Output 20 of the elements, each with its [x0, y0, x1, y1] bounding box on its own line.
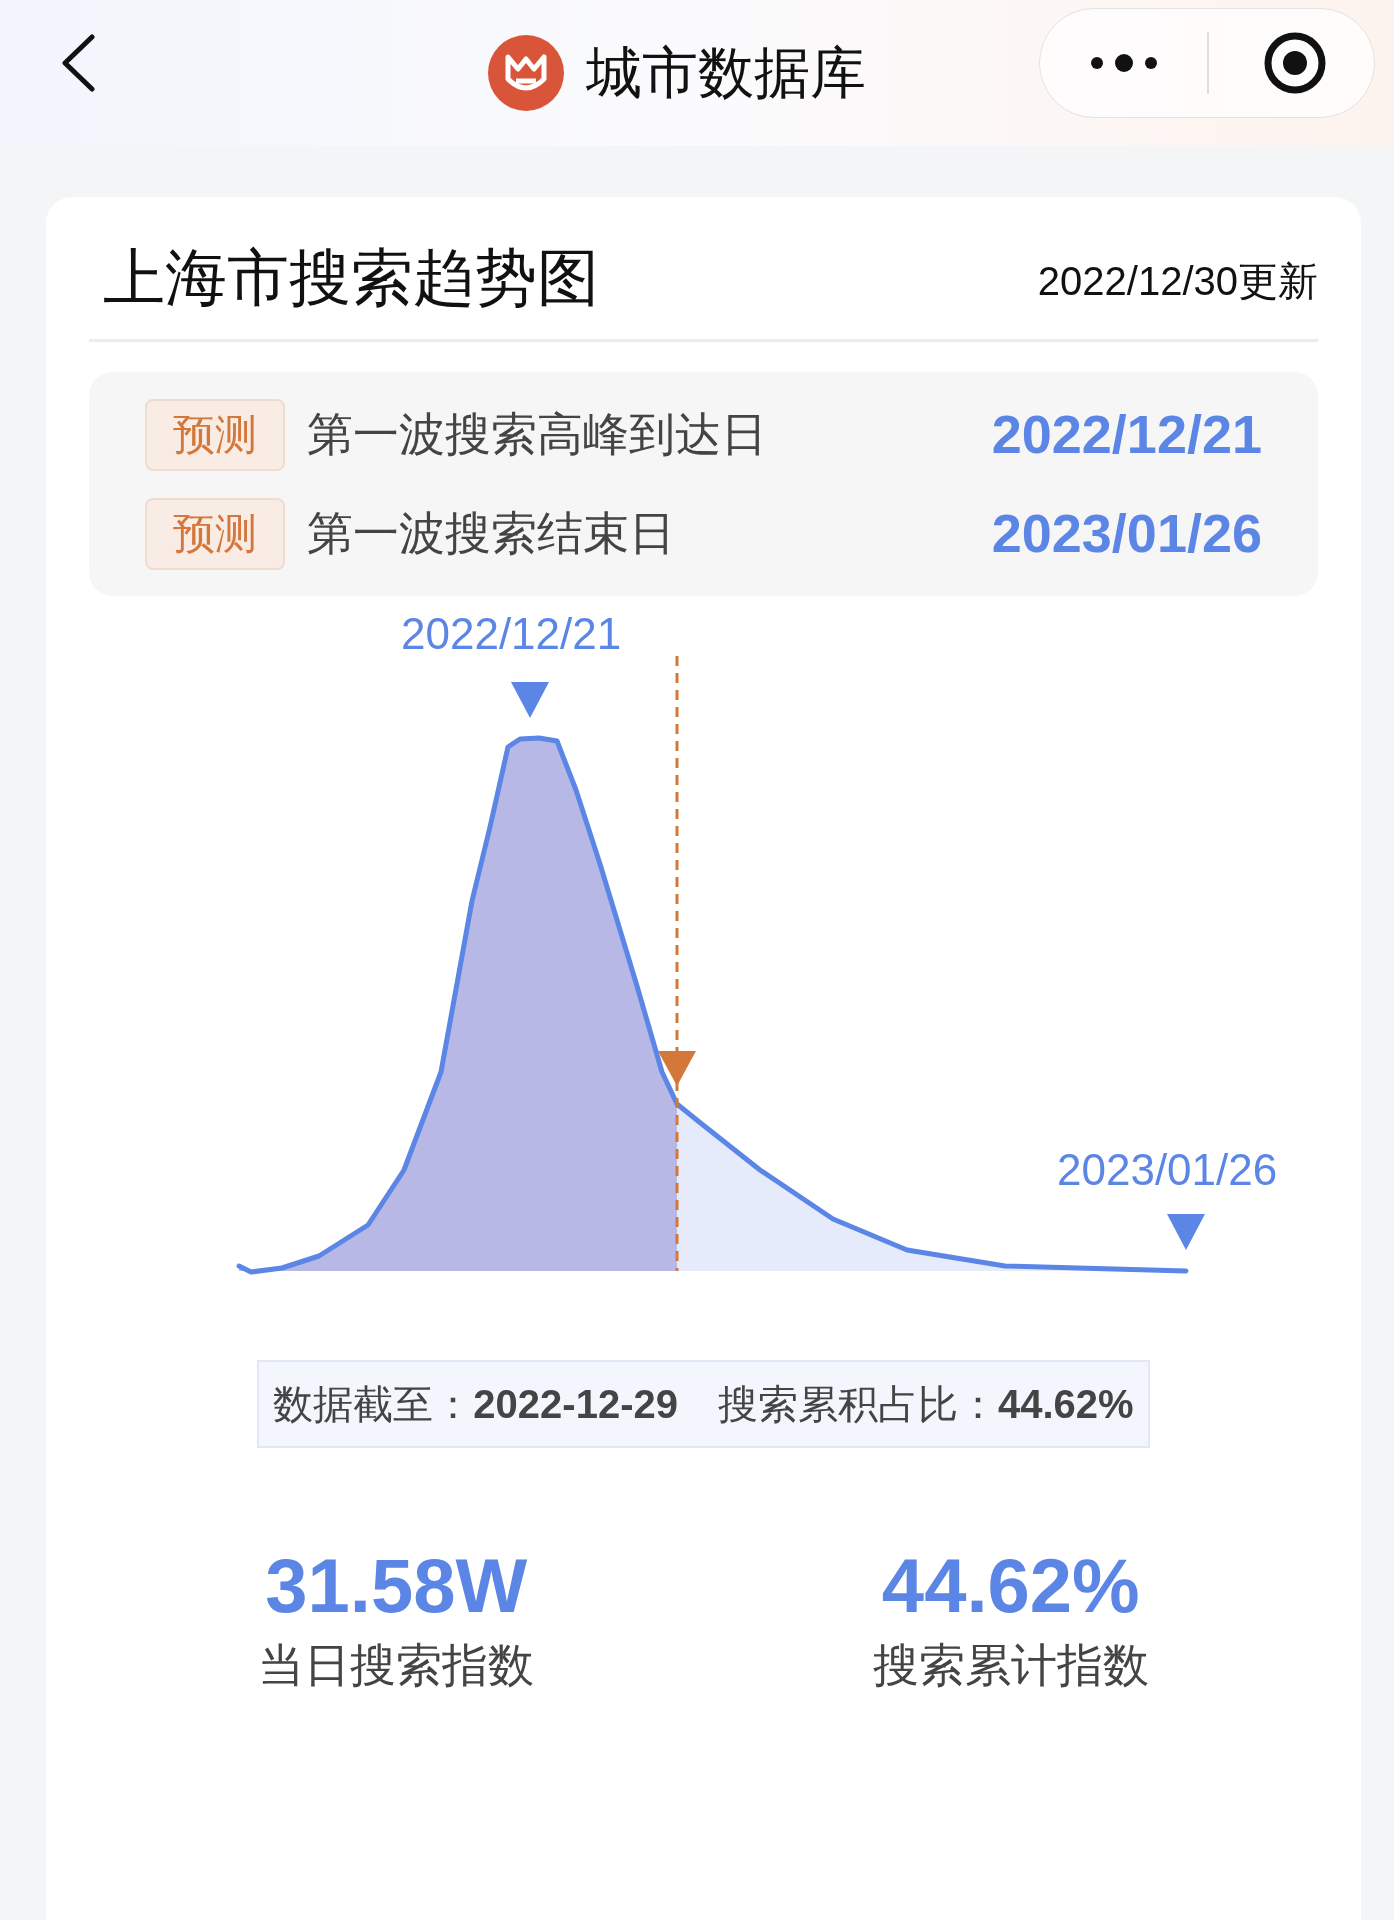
prediction-date: 2023/01/26 — [991, 502, 1262, 565]
stat-label: 搜索累计指数 — [872, 1642, 1149, 1688]
stat-value: 44.62% — [881, 1548, 1140, 1624]
forecast-tag: 预测 — [145, 497, 285, 570]
update-date: 2022/12/30更新 — [1037, 261, 1318, 301]
stat-label: 当日搜索指数 — [258, 1642, 535, 1688]
summary-text: 数据截至：2022-12-29 搜索累积占比：44.62% — [257, 1360, 1150, 1448]
prediction-date: 2022/12/21 — [991, 403, 1262, 466]
prediction-label: 第一波搜索结束日 — [307, 506, 675, 561]
prediction-label: 第一波搜索高峰到达日 — [307, 407, 767, 462]
peak-date-label: 2022/12/21 — [401, 612, 622, 656]
more-icon[interactable] — [1089, 53, 1159, 73]
forecast-tag: 预测 — [145, 398, 285, 471]
end-date-label: 2023/01/26 — [1057, 1148, 1278, 1192]
back-icon[interactable] — [60, 34, 96, 92]
app-title: 城市数据库 — [586, 45, 866, 101]
logo-icon — [488, 35, 564, 111]
card-title: 上海市搜索趋势图 — [103, 247, 599, 309]
stat-value: 31.58W — [265, 1548, 528, 1624]
close-icon[interactable] — [1263, 31, 1327, 95]
